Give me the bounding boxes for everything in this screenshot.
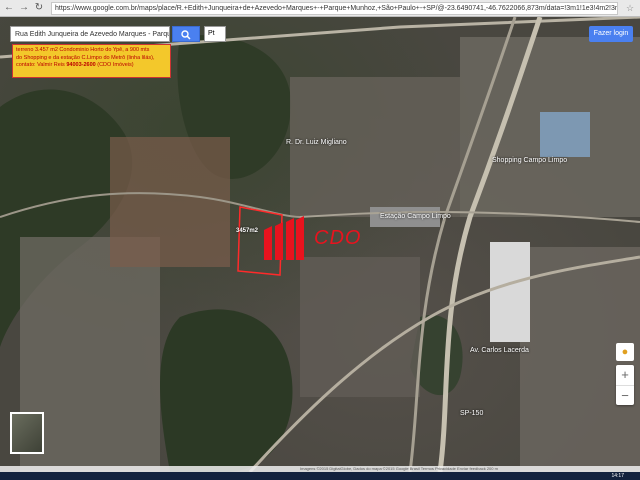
cdo-wordmark: CDO bbox=[314, 227, 362, 249]
os-taskbar: 14:17 bbox=[0, 472, 640, 480]
address-bar[interactable]: https://www.google.com.br/maps/place/R.+… bbox=[51, 1, 618, 15]
banner-contact-name: contato: Valmir Reis bbox=[16, 62, 65, 68]
map-label[interactable]: R. Dr. Luiz Migliano bbox=[286, 139, 347, 146]
search-input[interactable]: Rua Edith Junqueira de Azevedo Marques -… bbox=[10, 26, 170, 42]
bookmark-star-icon[interactable]: ☆ bbox=[626, 3, 636, 14]
cdo-logo: 3457m2 CDO bbox=[236, 212, 376, 262]
banner-line: do Shopping e da estação C.Limpo do Metr… bbox=[16, 54, 155, 61]
sign-in-button[interactable]: Fazer login bbox=[589, 26, 633, 42]
zoom-in-button[interactable]: + bbox=[616, 365, 634, 386]
listing-banner: terreno 3.457 m2 Condominio Horto do Ypê… bbox=[12, 44, 171, 78]
area-label: 3457m2 bbox=[236, 228, 259, 234]
banner-contact: contato: Valmir Reis 94003-2600 (CDO Imó… bbox=[16, 62, 167, 70]
map-mode-selector[interactable]: Pt bbox=[204, 26, 226, 42]
back-icon[interactable]: ← bbox=[3, 2, 15, 14]
taskbar-clock: 14:17 bbox=[611, 473, 624, 479]
banner-suffix: (CDO Imóveis) bbox=[97, 62, 134, 68]
reload-icon[interactable]: ↻ bbox=[33, 2, 45, 14]
map-label[interactable]: Av. Carlos Lacerda bbox=[470, 347, 529, 354]
map-type-thumbnail[interactable] bbox=[10, 412, 44, 454]
forward-icon[interactable]: → bbox=[18, 2, 30, 14]
search-icon bbox=[181, 30, 191, 40]
banner-phone: 94003-2600 bbox=[66, 62, 96, 68]
pegman-icon[interactable]: ● bbox=[616, 343, 634, 361]
browser-toolbar: ← → ↻ https://www.google.com.br/maps/pla… bbox=[0, 0, 640, 17]
map-label[interactable]: Shopping Campo Limpo bbox=[492, 157, 567, 164]
search-button[interactable] bbox=[172, 26, 200, 42]
map-label[interactable]: SP-150 bbox=[460, 410, 483, 417]
zoom-controls: ● + − bbox=[616, 343, 634, 406]
zoom-out-button[interactable]: − bbox=[616, 386, 634, 406]
banner-line: terreno 3.457 m2 Condominio Horto do Ypê… bbox=[16, 47, 150, 53]
cdo-bars-icon bbox=[264, 216, 304, 260]
map-label[interactable]: Estação Campo Limpo bbox=[380, 213, 451, 220]
